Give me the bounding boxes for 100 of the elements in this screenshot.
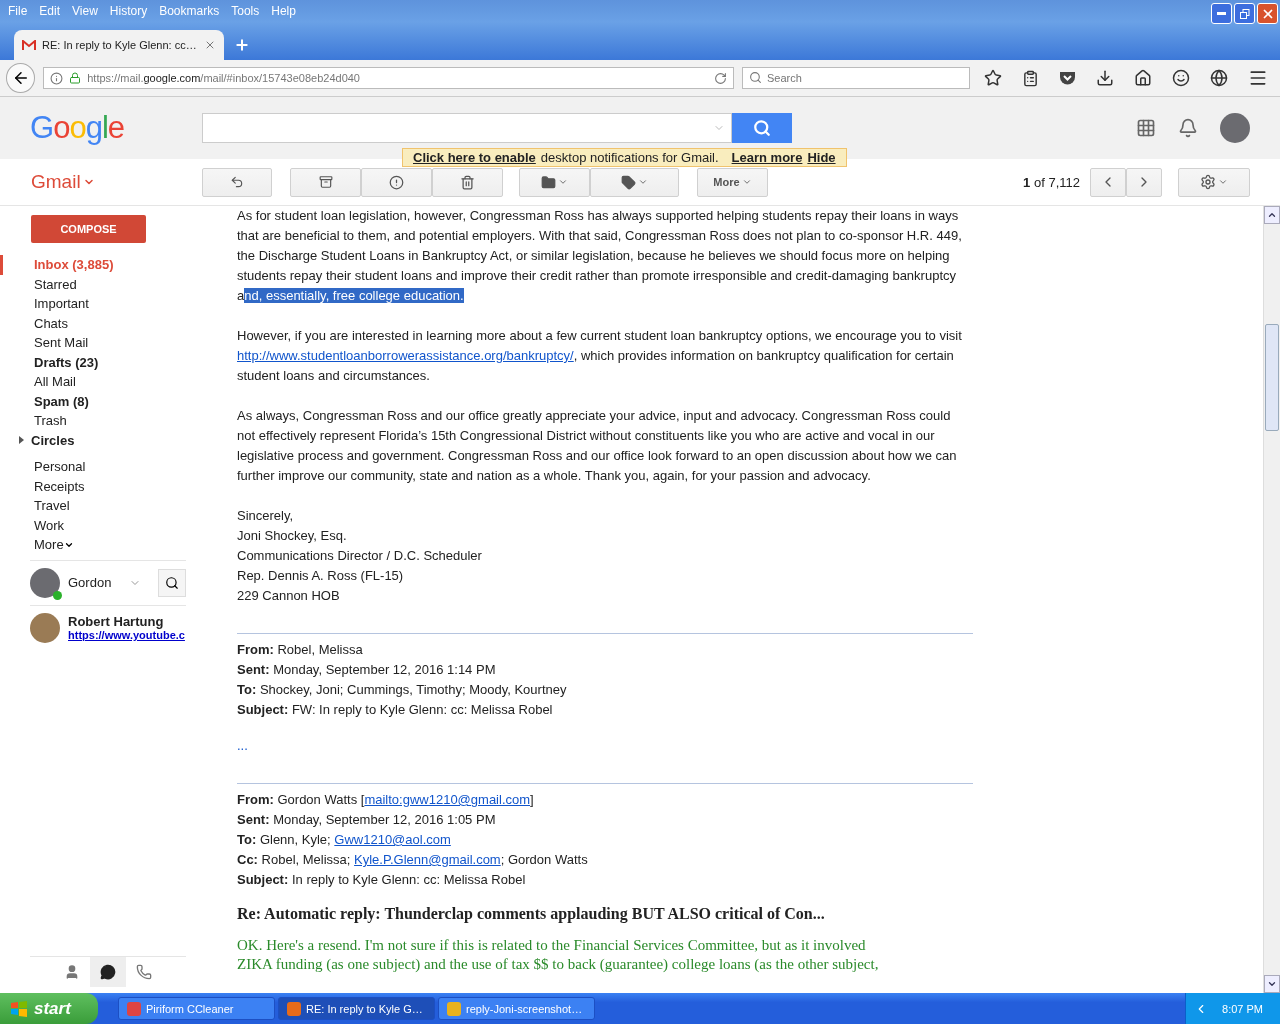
clipboard-icon[interactable]: [1022, 69, 1039, 87]
more-button[interactable]: More: [697, 167, 768, 197]
folder-item[interactable]: Spam (8): [0, 391, 200, 411]
speech-bubble-icon: [100, 964, 116, 980]
home-icon[interactable]: [1134, 69, 1152, 87]
signature-line: Communications Director / D.C. Scheduler: [237, 547, 483, 565]
search-button[interactable]: [732, 113, 792, 143]
windows-flag-icon: [10, 1000, 28, 1017]
folder-item[interactable]: Important: [0, 294, 200, 314]
header-field: From: Gordon Watts [mailto:gww1210@gmail.com]: [237, 790, 977, 810]
browser-tab[interactable]: RE: In reply to Kyle Glenn: cc…: [14, 30, 224, 60]
exclamation-icon: [389, 174, 404, 190]
label-item[interactable]: Receipts: [0, 476, 200, 496]
menu-icon[interactable]: [1248, 68, 1268, 88]
caret-icon: [558, 177, 568, 187]
caret-icon: [741, 177, 752, 187]
message-paragraph: As always, Congressman Ross and our office greatly appreciate your advice, input and advocacy. Congressman Ross could not effectively represent Florida’s 15th Congressional District without constituents like you who are active and vocal in our legislative process and government. Congressman Ross and our office look forward to an open discussion about how we can further improve our community, state and nation as a whole. Thank you, again, for your passion and advocacy.: [237, 407, 958, 485]
header-field: Sent: Monday, September 12, 2016 1:14 PM: [237, 660, 977, 680]
restore-button[interactable]: [1234, 3, 1255, 24]
folder-item[interactable]: Sent Mail: [0, 333, 200, 353]
email-link[interactable]: Gww1210@aol.com: [334, 832, 451, 847]
notifications-icon[interactable]: [1178, 118, 1198, 138]
taskbar-button[interactable]: RE: In reply to Kyle G…: [278, 997, 435, 1020]
compose-button[interactable]: COMPOSE: [31, 215, 146, 243]
contact-status-link[interactable]: https://www.youtube.c: [68, 629, 185, 641]
scroll-down-button[interactable]: [1264, 975, 1280, 993]
archive-icon: [318, 175, 333, 189]
folder-item[interactable]: Circles: [0, 430, 200, 450]
address-field[interactable]: https://mail.google.com/mail/#inbox/15743e08eb24d040: [43, 67, 734, 89]
app-icon: [447, 1001, 461, 1016]
settings-button[interactable]: [1178, 167, 1250, 197]
move-to-button[interactable]: [519, 167, 590, 197]
header-field: To: Glenn, Kyle; Gww1210@aol.com: [237, 830, 977, 850]
pocket-icon[interactable]: [1059, 70, 1076, 86]
info-icon[interactable]: [50, 71, 64, 85]
folder-item[interactable]: All Mail: [0, 372, 200, 392]
clock: 8:07 PM: [1222, 1002, 1263, 1015]
header-field: From: Robel, Melissa: [237, 640, 977, 660]
hide-link[interactable]: Hide: [807, 150, 836, 165]
more-labels-link[interactable]: More: [0, 535, 200, 555]
folder-icon: [541, 174, 556, 190]
enable-notifications-link[interactable]: Click here to enable: [413, 150, 536, 165]
reload-icon[interactable]: [714, 71, 727, 85]
taskbar-button[interactable]: reply-Joni-screenshot…: [438, 997, 595, 1020]
globe-icon[interactable]: [1210, 69, 1228, 87]
star-icon[interactable]: [984, 69, 1002, 87]
email-link[interactable]: http://www.studentloanborrowerassistance.org/bankruptcy/: [237, 348, 574, 363]
quoted-text-line: ZIKA funding (as one subject) and the use of tax $$ to back (guarantee) college loans (as the other subject,: [237, 955, 880, 974]
scrollbar[interactable]: [1263, 206, 1280, 993]
smiley-icon[interactable]: [1172, 69, 1190, 87]
search-people-button[interactable]: [158, 568, 186, 597]
trimmed-content-toggle[interactable]: ...: [237, 736, 257, 756]
user-avatar[interactable]: [30, 567, 60, 598]
email-link[interactable]: Kyle.P.Glenn@gmail.com: [354, 852, 501, 867]
expand-triangle-icon[interactable]: [18, 436, 25, 445]
apps-grid-icon[interactable]: [1136, 118, 1156, 138]
scroll-thumb[interactable]: [1265, 324, 1279, 431]
labels-button[interactable]: [590, 167, 679, 197]
gmail-menu[interactable]: Gmail: [0, 170, 202, 194]
profile-avatar[interactable]: [1220, 113, 1250, 143]
header-field: Subject: In reply to Kyle Glenn: cc: Melissa Robel: [237, 870, 977, 890]
folder-item[interactable]: Chats: [0, 313, 200, 333]
delete-button[interactable]: [432, 167, 503, 197]
folder-item[interactable]: Inbox (3,885): [0, 255, 200, 275]
app-icon: [287, 1001, 301, 1016]
notification-text: desktop notifications for Gmail.: [540, 150, 719, 165]
search-icon: [753, 119, 771, 137]
taskbar-button[interactable]: Piriform CCleaner: [118, 997, 275, 1020]
folder-item[interactable]: Drafts (23): [0, 352, 200, 372]
minimize-button[interactable]: [1211, 3, 1232, 24]
close-button[interactable]: [1257, 3, 1278, 24]
contact-name[interactable]: Robert Hartung: [68, 614, 185, 629]
contact-avatar[interactable]: [30, 612, 60, 643]
download-icon[interactable]: [1096, 69, 1114, 87]
mail-search-field[interactable]: [202, 113, 732, 143]
search-icon: [165, 575, 179, 590]
phone-icon: [136, 964, 152, 980]
signature-line: 229 Cannon HOB: [237, 587, 341, 605]
scroll-up-button[interactable]: [1264, 206, 1280, 224]
label-item[interactable]: Work: [0, 515, 200, 535]
new-tab-icon[interactable]: [234, 37, 250, 53]
lock-icon: [69, 72, 82, 84]
close-icon[interactable]: [204, 39, 216, 51]
search-field[interactable]: Search: [742, 67, 970, 89]
chat-user-name[interactable]: Gordon: [68, 575, 112, 590]
report-spam-button[interactable]: [361, 167, 432, 197]
folder-item[interactable]: Trash: [0, 411, 200, 431]
trash-icon: [460, 174, 475, 190]
header-field: Cc: Robel, Melissa; Kyle.P.Glenn@gmail.com; Gordon Watts: [237, 850, 977, 870]
learn-more-link[interactable]: Learn more: [731, 150, 803, 165]
restore-icon: [1239, 8, 1250, 19]
back-button[interactable]: [6, 63, 36, 93]
header-field: To: Shockey, Joni; Cummings, Timothy; Moody, Kourtney: [237, 680, 977, 700]
folder-item[interactable]: Starred: [0, 274, 200, 294]
label-item[interactable]: Personal: [0, 457, 200, 477]
chat-tab[interactable]: [90, 957, 126, 987]
minimize-icon: [1217, 12, 1226, 15]
archive-button[interactable]: [290, 167, 361, 197]
mail-icon: [22, 39, 36, 51]
label-item[interactable]: Travel: [0, 496, 200, 516]
